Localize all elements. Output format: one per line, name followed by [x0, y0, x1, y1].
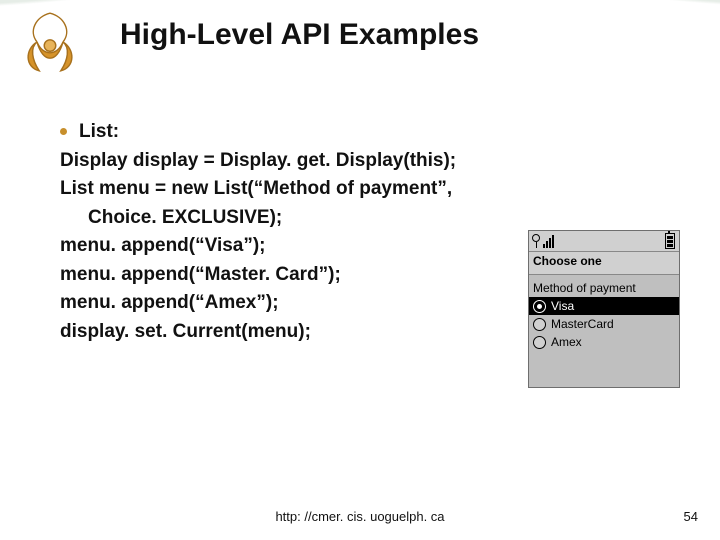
bullet-dot-icon	[60, 128, 67, 135]
phone-window-title: Choose one	[529, 252, 679, 275]
slide-body: List: Display display = Display. get. Di…	[60, 118, 520, 346]
battery-icon	[665, 233, 675, 249]
code-line: menu. append(“Visa”);	[60, 232, 520, 261]
trefoil-logo	[14, 6, 86, 78]
slide: High-Level API Examples List: Display di…	[0, 0, 720, 540]
radio-icon	[533, 336, 546, 349]
code-line: menu. append(“Master. Card”);	[60, 261, 520, 290]
code-line: Choice. EXCLUSIVE);	[60, 204, 520, 233]
code-line: Display display = Display. get. Display(…	[60, 147, 520, 176]
code-line: menu. append(“Amex”);	[60, 289, 520, 318]
option-label: Amex	[551, 335, 582, 349]
bullet-label: List:	[79, 118, 119, 147]
radio-option[interactable]: Amex	[529, 333, 679, 351]
phone-emulator: Choose one Method of payment Visa Master…	[528, 230, 680, 388]
radio-option[interactable]: MasterCard	[529, 315, 679, 333]
code-line: List menu = new List(“Method of payment”…	[60, 175, 520, 204]
code-line: display. set. Current(menu);	[60, 318, 520, 347]
antenna-icon	[533, 234, 539, 248]
page-number: 54	[684, 509, 698, 524]
option-label: MasterCard	[551, 317, 614, 331]
phone-prompt: Method of payment	[529, 279, 679, 297]
radio-icon	[533, 300, 546, 313]
bullet-item: List:	[60, 118, 520, 147]
radio-option[interactable]: Visa	[529, 297, 679, 315]
slide-title: High-Level API Examples	[120, 18, 479, 52]
footer-url: http: //cmer. cis. uoguelph. ca	[0, 509, 720, 524]
radio-icon	[533, 318, 546, 331]
phone-body: Method of payment Visa MasterCard Amex	[529, 275, 679, 351]
signal-icon	[543, 234, 555, 248]
phone-status-bar	[529, 231, 679, 252]
option-label: Visa	[551, 299, 574, 313]
